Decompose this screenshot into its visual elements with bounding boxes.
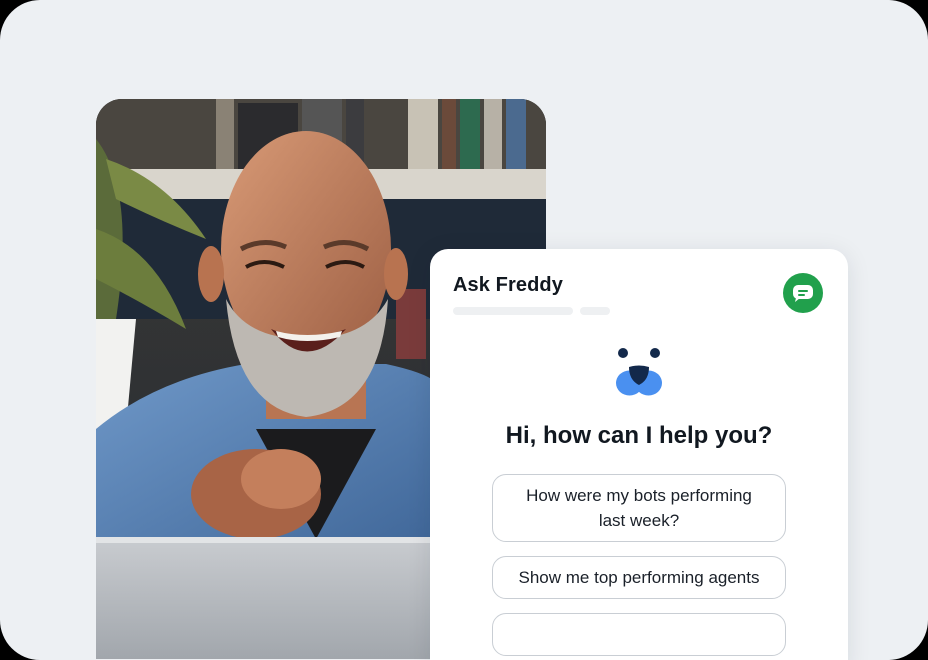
chat-bubble-icon bbox=[793, 285, 813, 302]
hero-frame: Ask Freddy Hi, how can I help you? How w… bbox=[0, 0, 928, 660]
loading-placeholder-bar bbox=[453, 307, 573, 315]
greeting-heading: Hi, how can I help you? bbox=[505, 422, 773, 449]
panel-title: Ask Freddy bbox=[453, 274, 563, 296]
freddy-bear-logo-icon bbox=[616, 348, 662, 396]
suggestion-bots-performance[interactable]: How were my bots performing last week? bbox=[492, 474, 786, 542]
loading-placeholder-bar bbox=[580, 307, 610, 315]
suggestion-partial[interactable] bbox=[492, 613, 786, 656]
chat-button[interactable] bbox=[783, 273, 823, 313]
suggestion-top-agents[interactable]: Show me top performing agents bbox=[492, 556, 786, 599]
ask-freddy-panel: Ask Freddy Hi, how can I help you? How w… bbox=[430, 249, 848, 660]
